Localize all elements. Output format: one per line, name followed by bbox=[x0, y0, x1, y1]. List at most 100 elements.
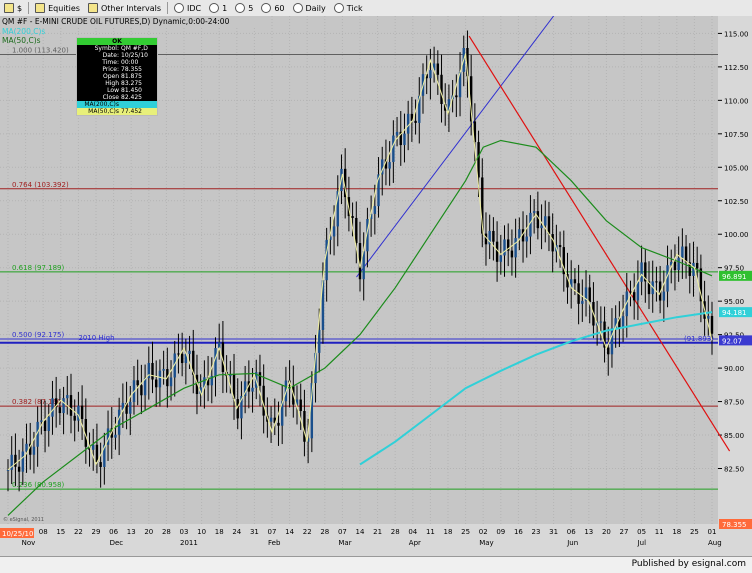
radio-icon bbox=[174, 3, 185, 13]
toolbar-item-1[interactable]: 1 bbox=[205, 1, 231, 15]
toolbar-item-label: Other Intervals bbox=[100, 3, 162, 13]
x-month-label: May bbox=[479, 539, 493, 547]
x-tick-label: 10 bbox=[197, 528, 206, 536]
toolbar-item-tick[interactable]: Tick bbox=[330, 1, 367, 15]
toolbar-item-label: 60 bbox=[274, 3, 285, 13]
y-tick-label: 105.00 bbox=[724, 164, 749, 172]
data-window-row-value: 78.355 bbox=[121, 66, 142, 73]
candle-body bbox=[581, 300, 584, 304]
toolbar-item--[interactable]: $ bbox=[0, 1, 26, 15]
candle-body bbox=[436, 63, 440, 75]
y-tick-label: 112.50 bbox=[724, 64, 749, 72]
candle-body bbox=[636, 281, 640, 301]
candle-body bbox=[403, 133, 406, 146]
data-window-ma200-value bbox=[121, 101, 157, 108]
candle-body bbox=[573, 279, 577, 284]
toolbar-item-5[interactable]: 5 bbox=[231, 1, 257, 15]
candle-body bbox=[388, 162, 391, 169]
x-tick-label: 15 bbox=[56, 528, 65, 536]
candle-body bbox=[373, 206, 377, 214]
candle-body bbox=[351, 216, 354, 218]
toolbar-item-other-intervals[interactable]: Other Intervals bbox=[84, 1, 165, 15]
candle-body bbox=[303, 410, 306, 442]
x-tick-label: 24 bbox=[232, 528, 241, 536]
toolbar-item-60[interactable]: 60 bbox=[257, 1, 288, 15]
candle-body bbox=[414, 120, 417, 123]
candle-body bbox=[158, 370, 162, 388]
candle-body bbox=[632, 292, 636, 301]
x-tick-label: 13 bbox=[127, 528, 136, 536]
toolbar-item-idc[interactable]: IDC bbox=[170, 1, 205, 15]
x-tick-label: 25 bbox=[461, 528, 470, 536]
candle-body bbox=[395, 131, 399, 136]
data-window-ma50-value: 77.452 bbox=[121, 108, 142, 115]
data-window-row: Symbol: QM #F,D bbox=[77, 45, 157, 52]
candle-body bbox=[188, 350, 191, 354]
candle-body bbox=[499, 255, 502, 262]
x-tick-label: 05 bbox=[637, 528, 646, 536]
radio-icon bbox=[261, 3, 272, 13]
data-window-row-label: Price: bbox=[102, 66, 119, 73]
candle-body bbox=[518, 229, 521, 239]
x-tick-label: 27 bbox=[620, 528, 629, 536]
data-window-row: Date: 10/25/10 bbox=[77, 52, 157, 59]
x-tick-label: 31 bbox=[250, 528, 259, 536]
folder-icon bbox=[87, 3, 98, 13]
annotation-2010-high: 2010 High bbox=[78, 334, 114, 342]
x-tick-label: 20 bbox=[602, 528, 611, 536]
candle-body bbox=[140, 385, 143, 396]
data-window[interactable]: OK Symbol: QM #F,D Date: 10/25/10 Time: 00:00… bbox=[76, 37, 158, 116]
data-window-rows: Symbol: QM #F,D Date: 10/25/10 Time: 00:00 Pri… bbox=[77, 45, 157, 101]
x-tick-label: 14 bbox=[356, 528, 365, 536]
nav-icon bbox=[4, 3, 14, 13]
radio-icon bbox=[235, 3, 246, 13]
candle-body bbox=[607, 347, 610, 355]
candle-body bbox=[299, 399, 302, 411]
price-tag-label: 94.181 bbox=[722, 309, 747, 317]
y-tick-label: 95.00 bbox=[724, 298, 744, 306]
price-tag-label: 96.891 bbox=[722, 273, 747, 281]
candle-body bbox=[21, 451, 25, 472]
candle-body bbox=[277, 422, 280, 426]
candle-body bbox=[510, 250, 514, 258]
x-month-label: Nov bbox=[22, 539, 36, 547]
fib-level-label: 1.000 (113.420) bbox=[12, 47, 69, 55]
data-window-row-label: Open bbox=[102, 73, 119, 80]
chart-title: QM #F - E-MINI CRUDE OIL FUTURES,D) Dyna… bbox=[2, 17, 230, 26]
candle-body bbox=[610, 328, 614, 355]
toolbar-item-daily[interactable]: Daily bbox=[289, 1, 330, 15]
price-tag-label: 78.355 bbox=[722, 521, 747, 529]
x-month-label: Mar bbox=[338, 539, 351, 547]
radio-icon bbox=[209, 3, 220, 13]
candle-body bbox=[684, 246, 688, 263]
x-tick-label: 02 bbox=[479, 528, 488, 536]
candle-body bbox=[6, 469, 10, 471]
x-tick-label: 11 bbox=[655, 528, 664, 536]
x-tick-label: 22 bbox=[74, 528, 83, 536]
toolbar-item-label: $ bbox=[17, 3, 23, 13]
candle-body bbox=[629, 291, 632, 293]
candle-body bbox=[47, 416, 50, 431]
x-tick-label: 04 bbox=[408, 528, 417, 536]
candle-body bbox=[673, 261, 677, 271]
data-window-row: Open 81.875 bbox=[77, 73, 157, 80]
x-tick-label: 06 bbox=[109, 528, 118, 536]
x-tick-label: 01 bbox=[708, 528, 717, 536]
y-tick-label: 100.00 bbox=[724, 231, 749, 239]
candle-body bbox=[136, 380, 139, 386]
data-window-row-value: 81.450 bbox=[121, 87, 142, 94]
candle-body bbox=[588, 287, 591, 303]
candle-body bbox=[92, 444, 95, 450]
x-tick-label: 09 bbox=[496, 528, 505, 536]
x-tick-label: 31 bbox=[549, 528, 558, 536]
candle-body bbox=[655, 281, 658, 283]
candle-body bbox=[318, 329, 321, 353]
x-month-label: 2011 bbox=[180, 539, 198, 547]
toolbar-item-equities[interactable]: Equities bbox=[31, 1, 84, 15]
x-month-label: Dec bbox=[110, 539, 124, 547]
candle-body bbox=[169, 377, 173, 387]
data-window-header[interactable]: OK bbox=[77, 38, 157, 45]
x-tick-label: 14 bbox=[285, 528, 294, 536]
data-window-row-label: Low bbox=[107, 87, 119, 94]
candle-body bbox=[62, 398, 65, 414]
